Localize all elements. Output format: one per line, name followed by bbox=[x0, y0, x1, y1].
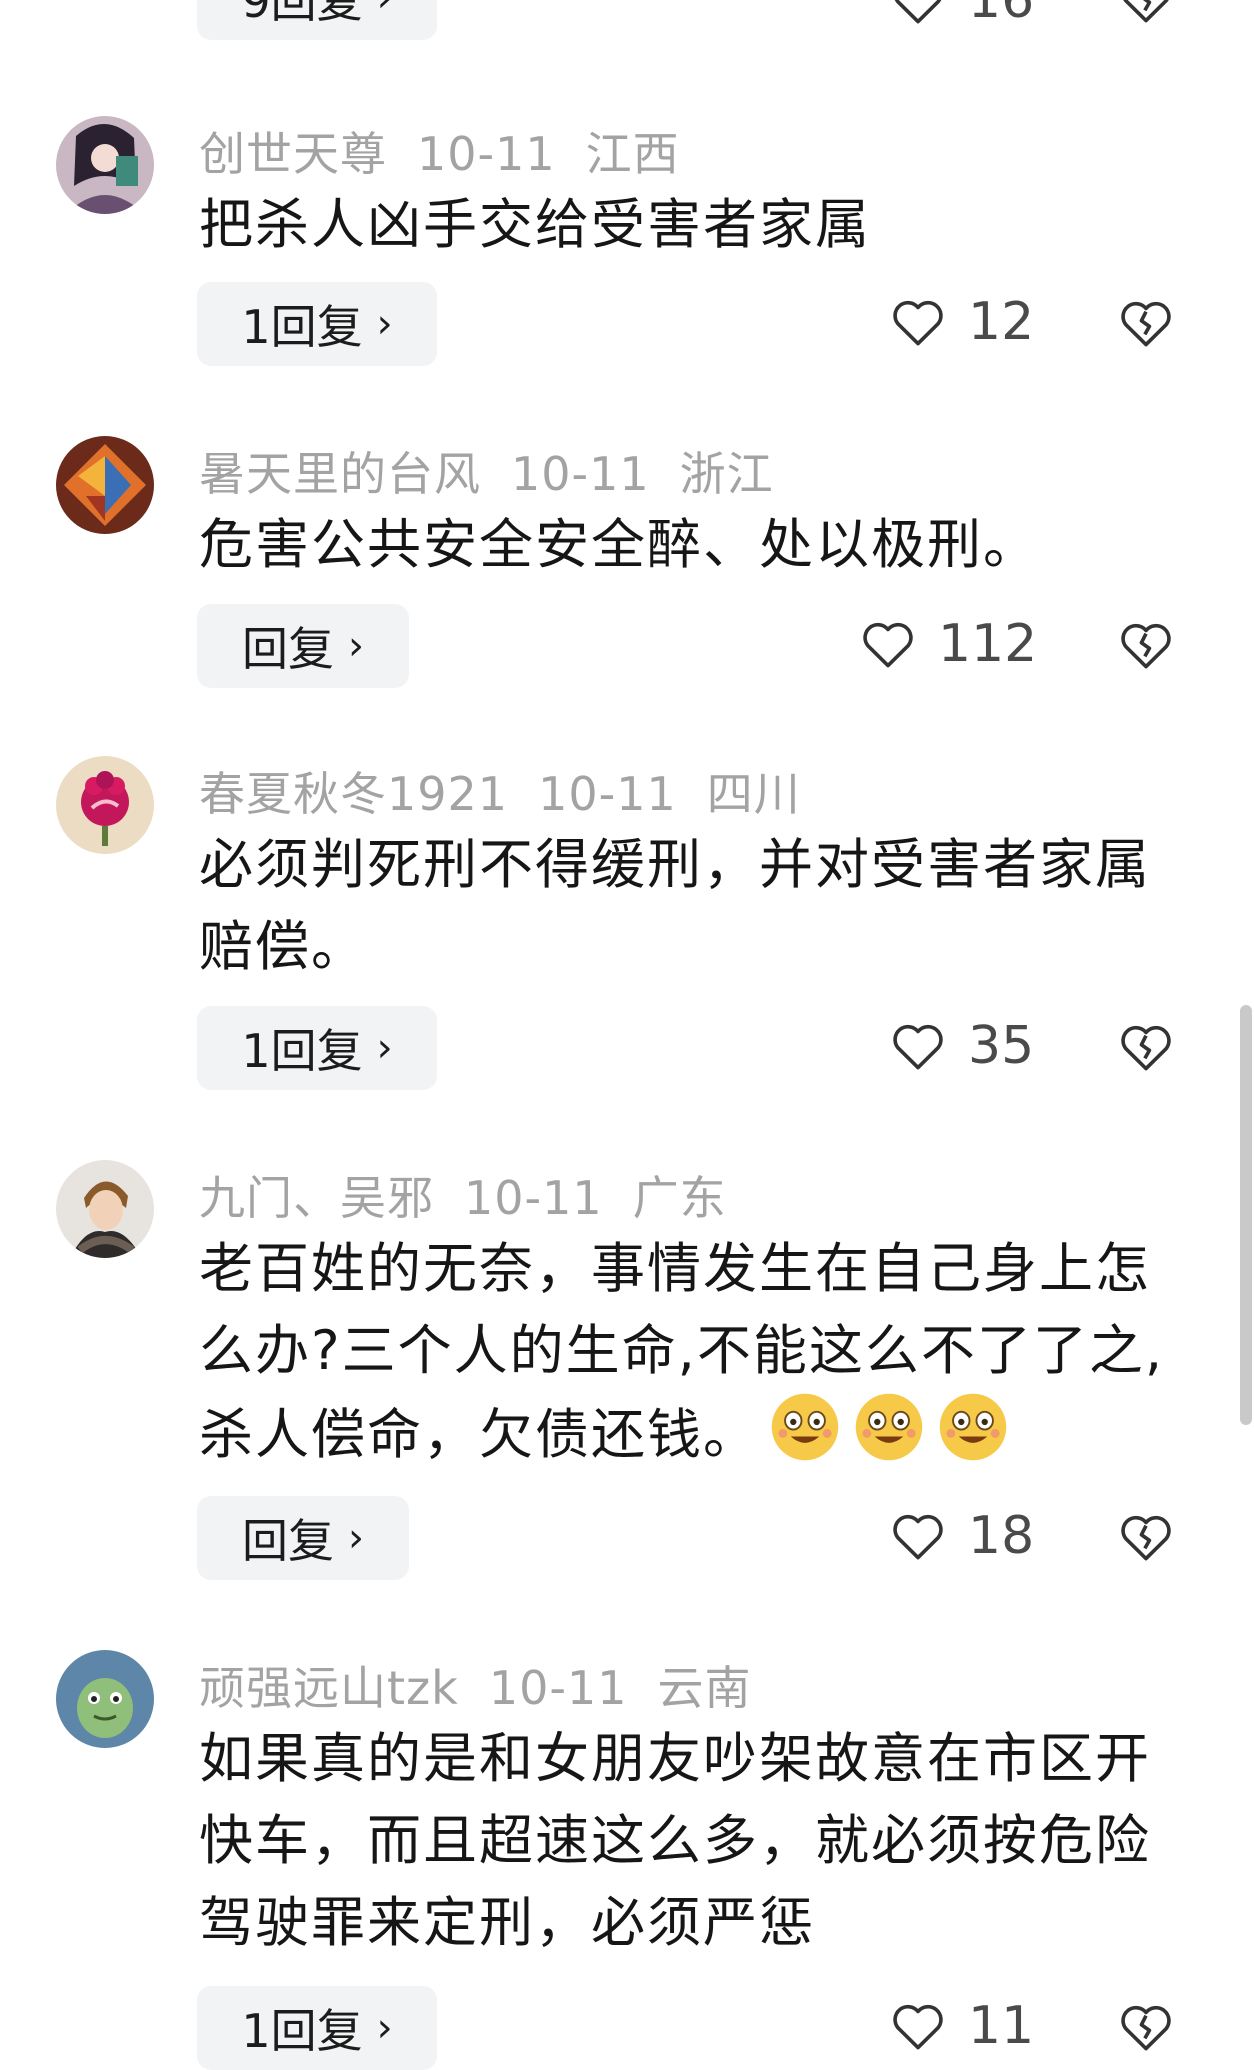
username[interactable]: 九门、吴邪 bbox=[199, 1171, 434, 1225]
comment-region: 四川 bbox=[706, 767, 801, 821]
username[interactable]: 创世天尊 bbox=[199, 127, 387, 181]
dislike-button[interactable] bbox=[1118, 1022, 1174, 1076]
comment-date: 10-11 bbox=[417, 127, 556, 181]
laughing-face-emoji bbox=[851, 1392, 927, 1485]
dislike-button[interactable] bbox=[1118, 0, 1174, 28]
comment-text: 危害公共安全安全醉、处以极刑。 bbox=[199, 513, 1039, 576]
like-button[interactable]: 112 bbox=[860, 614, 1037, 674]
comment-text: 如果真的是和女朋友吵架故意在市区开快车，而且超速这么多，就必须按危险驾驶罪来定刑… bbox=[199, 1727, 1151, 1954]
reply-label: 1回复 bbox=[241, 2004, 363, 2058]
heart-outline-icon bbox=[894, 0, 942, 24]
like-button[interactable]: 18 bbox=[890, 1506, 1034, 1566]
broken-heart-icon bbox=[1121, 623, 1171, 669]
reply-label: 1回复 bbox=[241, 1024, 363, 1078]
scrollbar[interactable] bbox=[1240, 1005, 1252, 1425]
like-count: 12 bbox=[968, 292, 1035, 352]
like-count: 35 bbox=[968, 1016, 1035, 1076]
reply-button[interactable]: 9回复 › bbox=[197, 0, 437, 40]
comment-text: 老百姓的无奈，事情发生在自己身上怎么办?三个人的生命,不能这么不了了之,杀人偿命… bbox=[199, 1228, 1199, 1485]
reply-label: 回复 bbox=[242, 622, 334, 676]
like-button[interactable]: 35 bbox=[890, 1016, 1034, 1076]
like-button[interactable]: 16 bbox=[890, 0, 1034, 30]
username[interactable]: 春夏秋冬1921 bbox=[199, 767, 508, 821]
comment-date: 10-11 bbox=[538, 767, 677, 821]
reply-button[interactable]: 回复 › bbox=[197, 1496, 409, 1580]
laughing-face-emoji bbox=[935, 1392, 1011, 1485]
heart-outline-icon bbox=[893, 1514, 943, 1560]
broken-heart-icon bbox=[1121, 2005, 1171, 2051]
comment-date: 10-11 bbox=[464, 1171, 603, 1225]
heart-outline-icon bbox=[863, 622, 913, 668]
avatar[interactable] bbox=[56, 1160, 154, 1258]
chevron-right-icon: › bbox=[376, 301, 393, 347]
chevron-right-icon: › bbox=[376, 2005, 393, 2051]
comment-region: 广东 bbox=[632, 1171, 727, 1225]
chevron-right-icon: › bbox=[348, 1515, 364, 1561]
reply-label: 1回复 bbox=[241, 300, 363, 354]
laughing-face-emoji bbox=[767, 1392, 843, 1485]
dislike-button[interactable] bbox=[1118, 2002, 1174, 2056]
heart-outline-icon bbox=[893, 2004, 943, 2050]
broken-heart-icon bbox=[1123, 0, 1169, 23]
comment-meta: 顽强远山tzk 10-11 云南 bbox=[199, 1652, 782, 1718]
reply-button[interactable]: 回复 › bbox=[197, 604, 409, 688]
dislike-button[interactable] bbox=[1118, 298, 1174, 352]
dislike-button[interactable] bbox=[1118, 1512, 1174, 1566]
like-count: 112 bbox=[938, 614, 1038, 674]
comment-date: 10-11 bbox=[488, 1661, 628, 1715]
comment-text-content: 老百姓的无奈，事情发生在自己身上怎么办?三个人的生命,不能这么不了了之,杀人偿命… bbox=[199, 1237, 1164, 1467]
chevron-right-icon: › bbox=[376, 1025, 393, 1071]
avatar[interactable] bbox=[56, 436, 154, 534]
avatar[interactable] bbox=[56, 756, 154, 854]
like-button[interactable]: 11 bbox=[890, 1996, 1034, 2056]
heart-outline-icon bbox=[893, 300, 943, 346]
chevron-right-icon: › bbox=[348, 623, 364, 669]
like-count: 11 bbox=[968, 1996, 1035, 2056]
dislike-button[interactable] bbox=[1118, 620, 1174, 674]
comment-meta: 暑天里的台风 10-11 浙江 bbox=[199, 438, 804, 504]
broken-heart-icon bbox=[1121, 1025, 1171, 1071]
comment-region: 云南 bbox=[657, 1661, 752, 1715]
comment-text: 把杀人凶手交给受害者家属 bbox=[199, 193, 871, 256]
heart-outline-icon bbox=[893, 1024, 943, 1070]
comment-meta: 春夏秋冬1921 10-11 四川 bbox=[199, 758, 831, 824]
username[interactable]: 暑天里的台风 bbox=[199, 447, 481, 501]
comment-region: 江西 bbox=[585, 127, 680, 181]
broken-heart-icon bbox=[1121, 301, 1171, 347]
comment-text: 必须判死刑不得缓刑，并对受害者家属赔偿。 bbox=[199, 833, 1151, 978]
comment-region: 浙江 bbox=[679, 447, 774, 501]
reply-label: 9回复 bbox=[241, 0, 363, 28]
like-count: 16 bbox=[968, 0, 1035, 30]
reply-label: 回复 bbox=[242, 1514, 334, 1568]
reply-button[interactable]: 1回复 › bbox=[197, 282, 437, 366]
avatar[interactable] bbox=[56, 1650, 154, 1748]
reply-button[interactable]: 1回复 › bbox=[197, 1006, 437, 1090]
comment-meta: 九门、吴邪 10-11 广东 bbox=[199, 1162, 757, 1228]
comment-date: 10-11 bbox=[511, 447, 650, 501]
like-count: 18 bbox=[968, 1506, 1035, 1566]
comment-meta: 创世天尊 10-11 江西 bbox=[199, 118, 710, 184]
chevron-right-icon: › bbox=[377, 0, 393, 21]
reply-button[interactable]: 1回复 › bbox=[197, 1986, 437, 2070]
broken-heart-icon bbox=[1121, 1515, 1171, 1561]
avatar[interactable] bbox=[56, 116, 154, 214]
username[interactable]: 顽强远山tzk bbox=[199, 1661, 459, 1715]
like-button[interactable]: 12 bbox=[890, 292, 1034, 352]
